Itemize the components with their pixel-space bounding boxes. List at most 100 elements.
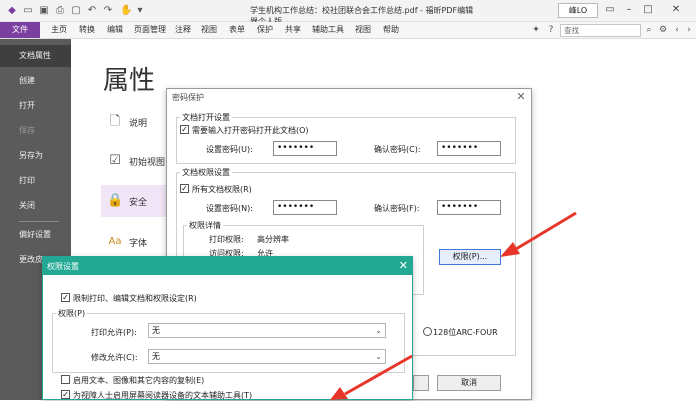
confirm-open-password-input[interactable]: ••••••• bbox=[437, 141, 501, 156]
close-icon[interactable]: ✕ bbox=[515, 90, 527, 103]
tab-share[interactable]: 共享 bbox=[280, 22, 306, 38]
tab-page-management[interactable]: 页面管理 bbox=[130, 22, 170, 38]
confirm-permission-password-input[interactable]: ••••••• bbox=[437, 200, 501, 215]
checkbox-label: 所有文档权限(R) bbox=[192, 185, 252, 194]
font-icon: Aa bbox=[108, 236, 122, 247]
tab-help[interactable]: 帮助 bbox=[378, 22, 404, 38]
dialog-titlebar: 权限设置 ✕ bbox=[43, 257, 412, 275]
expand-right-icon[interactable]: › bbox=[683, 24, 695, 36]
chevron-down-icon: ⌄ bbox=[375, 326, 382, 335]
print-allowed-select[interactable]: 无 ⌄ bbox=[148, 323, 386, 338]
nav-open[interactable]: 打开 bbox=[0, 95, 71, 117]
nav-close[interactable]: 关闭 bbox=[0, 195, 71, 217]
tab-view-2[interactable]: 视图 bbox=[350, 22, 376, 38]
permission-settings-dialog: 权限设置 ✕ ✓ 限制打印、编辑文档和权限设定(R) 权限(P) 打印允许(P)… bbox=[42, 256, 413, 400]
search-input[interactable]: 查找 bbox=[560, 24, 641, 37]
title-bar: ◆ ▭ ▣ ⎙ ▢ ↶ ↷ ✋ ▾ 学生机构工作总结：校社团联合会工作总结.pd… bbox=[0, 0, 696, 26]
chevron-down-icon: ⌄ bbox=[375, 352, 382, 361]
settings-icon[interactable]: ⚙ bbox=[657, 24, 669, 36]
prop-item-label: 说明 bbox=[129, 119, 148, 129]
permissions-group: 权限(P) bbox=[52, 308, 405, 373]
print-icon[interactable]: ⎙ bbox=[54, 5, 66, 17]
open-password-input[interactable]: ••••••• bbox=[273, 141, 337, 156]
prop-item-fonts[interactable]: Aa 字体 bbox=[101, 226, 169, 258]
group-title: 权限(P) bbox=[56, 308, 88, 319]
ribbon-tabs: 文件 主页 转换 编辑 页面管理 注释 视图 表单 保护 共享 辅助工具 视图 … bbox=[0, 22, 696, 39]
document-icon: 🗋 bbox=[109, 114, 121, 129]
restrict-permissions-checkbox[interactable]: ✓ bbox=[61, 293, 70, 302]
nav-create[interactable]: 创建 bbox=[0, 70, 71, 92]
hand-tool-icon[interactable]: ✋ bbox=[120, 5, 132, 17]
redo-icon[interactable]: ↷ bbox=[102, 5, 114, 17]
checkbox-label: 限制打印、编辑文档和权限设定(R) bbox=[73, 294, 197, 303]
nav-print[interactable]: 打印 bbox=[0, 170, 71, 192]
tab-home[interactable]: 主页 bbox=[46, 22, 72, 38]
page-title: 属性 bbox=[103, 66, 156, 96]
checklist-icon: ☑ bbox=[109, 153, 121, 168]
customize-dropdown-icon[interactable]: ▾ bbox=[134, 5, 146, 17]
all-permissions-checkbox[interactable]: ✓ bbox=[180, 184, 189, 193]
nav-document-properties[interactable]: 文档属性 bbox=[0, 45, 71, 67]
collapse-left-icon[interactable]: ‹ bbox=[671, 24, 683, 36]
field-label: 确认密码(F): bbox=[374, 204, 420, 213]
checkbox-label: 需要输入打开密码打开此文档(O) bbox=[192, 126, 309, 135]
group-title: 文档权限设置 bbox=[180, 167, 232, 178]
lightbulb-icon[interactable]: ✦ bbox=[530, 24, 542, 36]
dialog-title: 权限设置 bbox=[47, 262, 79, 271]
prop-item-initial-view[interactable]: ☑ 初始视图 bbox=[101, 145, 169, 177]
close-icon[interactable]: ✕ bbox=[399, 259, 408, 272]
prop-item-label: 字体 bbox=[129, 239, 148, 249]
nav-divider bbox=[19, 221, 59, 222]
open-folder-icon[interactable]: ▭ bbox=[22, 5, 34, 17]
minimize-icon[interactable]: – bbox=[623, 4, 635, 16]
ribbon-toggle-icon[interactable]: ▭ bbox=[604, 4, 616, 16]
undo-icon[interactable]: ↶ bbox=[86, 5, 98, 17]
save-icon[interactable]: ▣ bbox=[38, 5, 50, 17]
field-label: 设置密码(U): bbox=[206, 145, 253, 154]
permissions-button[interactable]: 权限(P)... bbox=[439, 249, 501, 265]
select-value: 无 bbox=[152, 352, 160, 361]
group-title: 文档打开设置 bbox=[180, 112, 232, 123]
dialog-title: 密码保护 bbox=[172, 93, 204, 102]
prop-item-label: 安全 bbox=[129, 198, 148, 208]
checkbox-label: 启用文本、图像和其它内容的复制(E) bbox=[73, 376, 205, 385]
permission-password-input[interactable]: ••••••• bbox=[273, 200, 337, 215]
require-open-password-checkbox[interactable]: ✓ bbox=[180, 125, 189, 134]
tab-edit[interactable]: 编辑 bbox=[102, 22, 128, 38]
print-permission-value: 高分辨率 bbox=[257, 235, 289, 244]
checkbox-label: 为视障人士启用屏幕阅读器设备的文本辅助工具(T) bbox=[73, 391, 253, 400]
tab-form[interactable]: 表单 bbox=[224, 22, 250, 38]
field-label: 确认密码(C): bbox=[374, 145, 421, 154]
lock-icon: 🔒 bbox=[107, 193, 124, 208]
screen-reader-checkbox[interactable]: ✓ bbox=[61, 390, 70, 399]
radio-label: 128位ARC-FOUR bbox=[433, 328, 498, 337]
maximize-icon[interactable]: □ bbox=[642, 4, 654, 16]
tab-view[interactable]: 视图 bbox=[196, 22, 222, 38]
tab-file[interactable]: 文件 bbox=[0, 22, 40, 38]
prop-item-description[interactable]: 🗋 说明 bbox=[101, 106, 169, 138]
encryption-128-radio[interactable] bbox=[423, 327, 432, 336]
group-title: 权限详情 bbox=[187, 220, 223, 231]
search-icon[interactable]: ⌕ bbox=[643, 24, 655, 36]
select-value: 无 bbox=[152, 326, 160, 335]
tab-protect[interactable]: 保护 bbox=[252, 22, 278, 38]
app-logo-icon: ◆ bbox=[8, 5, 16, 16]
field-label: 打印允许(P): bbox=[91, 328, 137, 337]
tab-convert[interactable]: 转换 bbox=[74, 22, 100, 38]
prop-item-security[interactable]: 🔒 安全 bbox=[101, 185, 169, 217]
nav-save-as[interactable]: 另存为 bbox=[0, 145, 71, 167]
ok-button-partial[interactable] bbox=[413, 375, 429, 391]
field-label: 修改允许(C): bbox=[91, 353, 138, 362]
tab-comment[interactable]: 注释 bbox=[172, 22, 194, 38]
user-account-button[interactable]: 峰LO bbox=[558, 3, 598, 18]
nav-preferences[interactable]: 偏好设置 bbox=[0, 224, 71, 246]
new-doc-icon[interactable]: ▢ bbox=[70, 5, 82, 17]
enable-copy-checkbox[interactable] bbox=[61, 375, 70, 384]
tab-accessibility[interactable]: 辅助工具 bbox=[308, 22, 348, 38]
prop-item-label: 初始视图 bbox=[129, 158, 166, 168]
tell-me-icon[interactable]: ? bbox=[545, 24, 557, 36]
cancel-button[interactable]: 取消 bbox=[437, 375, 501, 391]
nav-save: 保存 bbox=[19, 126, 35, 135]
close-icon[interactable]: ✕ bbox=[670, 4, 682, 16]
modify-allowed-select[interactable]: 无 ⌄ bbox=[148, 349, 386, 364]
